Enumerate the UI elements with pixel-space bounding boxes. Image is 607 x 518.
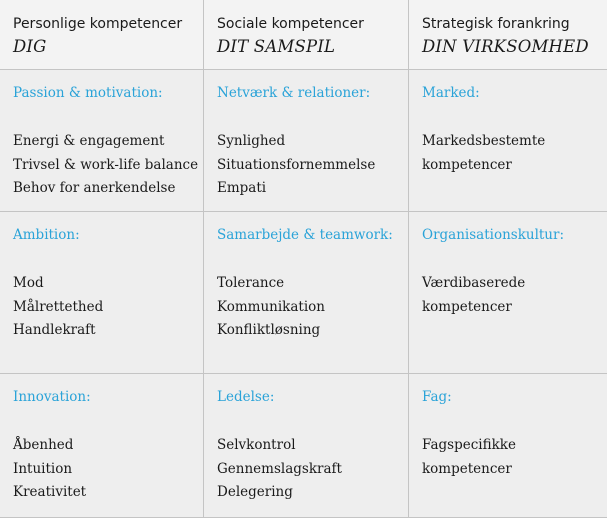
column-header-strategic: Strategisk forankring DIN VIRKSOMHED [409, 0, 607, 70]
list-item: kompetencer [422, 460, 512, 477]
list-item: kompetencer [422, 156, 512, 173]
table-cell: Organisationskultur: Værdibaserede kompe… [409, 212, 607, 374]
table-cell: Marked: Markedsbestemte kompetencer [409, 70, 607, 212]
category-label: Fag: [422, 389, 452, 405]
category-label: Netværk & relationer: [217, 85, 371, 101]
category-label: Organisationskultur: [422, 227, 565, 243]
column-subtitle: Sociale kompetencer [217, 16, 364, 32]
competence-list: Åbenhed Intuition Kreativitet [13, 434, 86, 505]
list-item: Fagspecifikke [422, 437, 516, 453]
list-item: Situationsfornemmelse [217, 156, 376, 173]
list-item: Energi & engagement [13, 133, 165, 149]
list-item: Kommunikation [217, 298, 325, 315]
list-item: Intuition [13, 460, 73, 477]
column-title: DIN VIRKSOMHED [422, 37, 589, 56]
list-item: Målrettethed [13, 298, 104, 315]
column-header-personal: Personlige kompetencer DIG [0, 0, 204, 70]
table-cell: Ambition: Mod Målrettethed Handlekraft [0, 212, 204, 374]
column-header-social: Sociale kompetencer DIT SAMSPIL [204, 0, 409, 70]
competence-table: Personlige kompetencer DIG Sociale kompe… [0, 0, 607, 518]
list-item: Empati [217, 180, 267, 196]
competence-list: Synlighed Situationsfornemmelse Empati [217, 130, 375, 201]
category-label: Ledelse: [217, 389, 275, 405]
competence-list: Tolerance Kommunikation Konfliktløsning [217, 272, 325, 343]
list-item: Konfliktløsning [217, 322, 321, 338]
competence-list: Fagspecifikke kompetencer [422, 434, 516, 481]
table-cell: Passion & motivation: Energi & engagemen… [0, 70, 204, 212]
list-item: Værdibaserede [422, 275, 526, 291]
competence-list: Energi & engagement Trivsel & work-life … [13, 130, 198, 201]
competence-list: Selvkontrol Gennemslagskraft Delegering [217, 434, 342, 505]
category-label: Innovation: [13, 389, 91, 405]
category-label: Ambition: [13, 227, 80, 243]
list-item: Trivsel & work-life balance [13, 156, 199, 173]
competence-list: Værdibaserede kompetencer [422, 272, 525, 319]
list-item: Behov for anerkendelse [13, 180, 176, 196]
column-title: DIG [13, 37, 47, 56]
competence-list: Mod Målrettethed Handlekraft [13, 272, 103, 343]
table-cell: Fag: Fagspecifikke kompetencer [409, 374, 607, 518]
list-item: Mod [13, 275, 44, 291]
list-item: Åbenhed [13, 437, 74, 453]
list-item: Kreativitet [13, 484, 87, 500]
category-label: Samarbejde & teamwork: [217, 227, 393, 243]
column-subtitle: Strategisk forankring [422, 16, 570, 32]
list-item: Tolerance [217, 275, 285, 291]
list-item: Selvkontrol [217, 437, 296, 453]
list-item: Handlekraft [13, 322, 96, 338]
column-title: DIT SAMSPIL [217, 37, 336, 56]
table-cell: Ledelse: Selvkontrol Gennemslagskraft De… [204, 374, 409, 518]
category-label: Marked: [422, 85, 480, 101]
list-item: Synlighed [217, 133, 286, 149]
column-subtitle: Personlige kompetencer [13, 16, 183, 32]
table-cell: Samarbejde & teamwork: Tolerance Kommuni… [204, 212, 409, 374]
list-item: Delegering [217, 484, 293, 500]
list-item: Gennemslagskraft [217, 460, 342, 477]
list-item: Markedsbestemte [422, 133, 546, 149]
table-cell: Netværk & relationer: Synlighed Situatio… [204, 70, 409, 212]
list-item: kompetencer [422, 298, 512, 315]
table-cell: Innovation: Åbenhed Intuition Kreativite… [0, 374, 204, 518]
competence-list: Markedsbestemte kompetencer [422, 130, 545, 177]
category-label: Passion & motivation: [13, 85, 163, 101]
